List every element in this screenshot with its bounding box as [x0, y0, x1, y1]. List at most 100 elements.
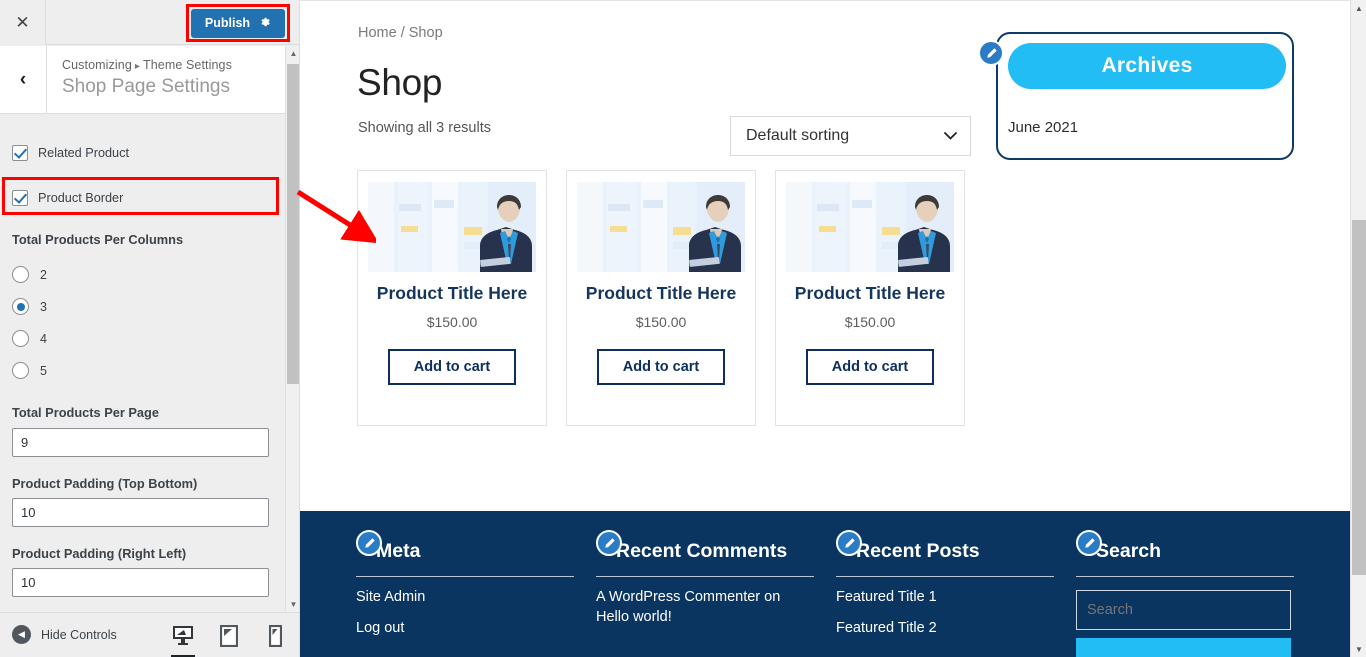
edit-pencil-icon-meta[interactable]	[356, 530, 382, 556]
add-to-cart-button[interactable]: Add to cart	[388, 348, 516, 385]
tablet-icon[interactable]	[216, 621, 242, 651]
edit-pencil-icon-search[interactable]	[1076, 530, 1102, 556]
divider	[836, 576, 1054, 577]
archives-item[interactable]: June 2021	[1008, 119, 1078, 136]
chevron-down-icon	[944, 129, 957, 143]
divider	[596, 576, 814, 577]
scroll-up-icon[interactable]: ▲	[286, 46, 299, 61]
footer-widget-search: Search	[1076, 530, 1294, 657]
radio-columns-3[interactable]	[12, 298, 29, 315]
publish-button-label: Publish	[204, 16, 251, 30]
product-card[interactable]: Product Title Here $150.00 Add to cart	[775, 170, 965, 426]
control-related-product[interactable]: Related Product	[12, 145, 129, 161]
product-image	[577, 182, 745, 272]
shop-breadcrumb[interactable]: Home / Shop	[358, 25, 443, 41]
customizer-screen: ✕ Publish ‹ Customizing ▸ Theme Settings S…	[0, 0, 1366, 657]
radio-label: 4	[40, 331, 47, 346]
product-title[interactable]: Product Title Here	[372, 283, 532, 305]
shop-page-heading: Shop	[357, 62, 443, 103]
device-preview-group	[170, 621, 288, 657]
label-total-products-per-page: Total Products Per Page	[12, 405, 159, 420]
checkbox-product-border[interactable]	[12, 190, 28, 206]
product-grid: Product Title Here $150.00 Add to cart P…	[357, 170, 965, 426]
radio-columns-4[interactable]	[12, 330, 29, 347]
edit-pencil-icon-archives[interactable]	[978, 40, 1004, 66]
label-total-products-per-columns: Total Products Per Columns	[12, 232, 184, 247]
footer-widget-recent-comments: Recent Comments A WordPress Commenter on…	[596, 530, 814, 627]
product-title[interactable]: Product Title Here	[581, 283, 741, 305]
radio-label: 2	[40, 267, 47, 282]
product-title[interactable]: Product Title Here	[790, 283, 950, 305]
add-to-cart-button[interactable]: Add to cart	[806, 348, 934, 385]
search-submit-button[interactable]	[1076, 638, 1291, 657]
footer-link[interactable]: Featured Title 1	[836, 588, 1054, 608]
product-card[interactable]: Product Title Here $150.00 Add to cart	[566, 170, 756, 426]
back-icon[interactable]: ‹	[0, 46, 47, 113]
product-price: $150.00	[426, 313, 478, 330]
footer-widget-title: Search	[1096, 539, 1162, 562]
sidebar-scrollbar[interactable]: ▲ ▼	[285, 46, 299, 612]
control-product-border[interactable]: Product Border	[12, 190, 123, 206]
product-price: $150.00	[844, 313, 896, 330]
product-image	[368, 182, 536, 272]
divider	[356, 576, 574, 577]
divider	[1076, 576, 1294, 577]
footer-widget-title: Recent Posts	[856, 539, 980, 562]
radio-option-5[interactable]: 5	[12, 362, 47, 379]
footer-link[interactable]: Log out	[356, 619, 574, 639]
radio-option-2[interactable]: 2	[12, 266, 47, 283]
customizer-topbar: ✕ Publish	[0, 0, 299, 45]
input-product-padding-top-bottom[interactable]	[12, 498, 269, 527]
sorting-select[interactable]: Default sorting	[730, 116, 971, 156]
desktop-icon[interactable]	[170, 621, 196, 657]
product-image	[786, 182, 954, 272]
footer-widget-header: Search	[1076, 530, 1294, 562]
collapse-icon: ◀	[12, 625, 31, 644]
page-title: Shop Page Settings	[62, 76, 230, 97]
input-total-products-per-page[interactable]	[12, 428, 269, 457]
checkbox-related-product[interactable]	[12, 145, 28, 161]
hide-controls-label: Hide Controls	[41, 627, 117, 642]
footer-widget-meta: Meta Site Admin Log out	[356, 530, 574, 639]
radio-columns-2[interactable]	[12, 266, 29, 283]
page-scrollbar-thumb[interactable]	[1352, 220, 1366, 575]
footer-link[interactable]: Site Admin	[356, 588, 574, 608]
page-scroll-up-icon[interactable]: ▲	[1351, 0, 1366, 16]
radio-columns-5[interactable]	[12, 362, 29, 379]
mobile-icon[interactable]	[262, 621, 288, 651]
product-price: $150.00	[635, 313, 687, 330]
edit-pencil-icon-recent-posts[interactable]	[836, 530, 862, 556]
close-icon[interactable]: ✕	[0, 0, 46, 45]
label-product-padding-top-bottom: Product Padding (Top Bottom)	[12, 476, 198, 491]
search-input[interactable]	[1076, 590, 1291, 630]
breadcrumb-root[interactable]: Customizing	[62, 58, 132, 72]
page-scroll-down-icon[interactable]: ▼	[1351, 641, 1366, 657]
page-scrollbar[interactable]: ▲ ▼	[1350, 0, 1366, 657]
breadcrumb: Customizing ▸ Theme Settings	[62, 58, 232, 72]
radio-label: 3	[40, 299, 47, 314]
sidebar-scrollbar-thumb[interactable]	[287, 64, 299, 384]
hide-controls-button[interactable]: ◀ Hide Controls	[12, 625, 117, 644]
add-to-cart-button[interactable]: Add to cart	[597, 348, 725, 385]
footer-link[interactable]: Featured Title 2	[836, 619, 1054, 639]
footer-widget-title: Recent Comments	[616, 539, 788, 562]
breadcrumb-separator-icon: ▸	[134, 61, 140, 72]
publish-highlight-box: Publish	[186, 4, 290, 42]
label-product-padding-right-left: Product Padding (Right Left)	[12, 546, 187, 561]
scroll-down-icon[interactable]: ▼	[286, 597, 299, 612]
footer-widget-header: Recent Comments	[596, 530, 814, 562]
control-label: Related Product	[38, 146, 129, 160]
gear-icon[interactable]	[259, 16, 271, 30]
input-product-padding-right-left[interactable]	[12, 568, 269, 597]
product-card[interactable]: Product Title Here $150.00 Add to cart	[357, 170, 547, 426]
publish-button[interactable]: Publish	[191, 8, 285, 38]
radio-option-4[interactable]: 4	[12, 330, 47, 347]
preview-top-divider	[300, 0, 1350, 1]
customizer-sidebar: ✕ Publish ‹ Customizing ▸ Theme Settings S…	[0, 0, 300, 657]
radio-option-3[interactable]: 3	[12, 298, 47, 315]
edit-pencil-icon-recent-comments[interactable]	[596, 530, 622, 556]
archives-widget: Archives June 2021	[996, 32, 1294, 160]
site-footer: Meta Site Admin Log out Recent Comments …	[300, 511, 1350, 657]
footer-link[interactable]: A WordPress Commenter on Hello world!	[596, 588, 814, 627]
breadcrumb-parent[interactable]: Theme Settings	[143, 58, 232, 72]
